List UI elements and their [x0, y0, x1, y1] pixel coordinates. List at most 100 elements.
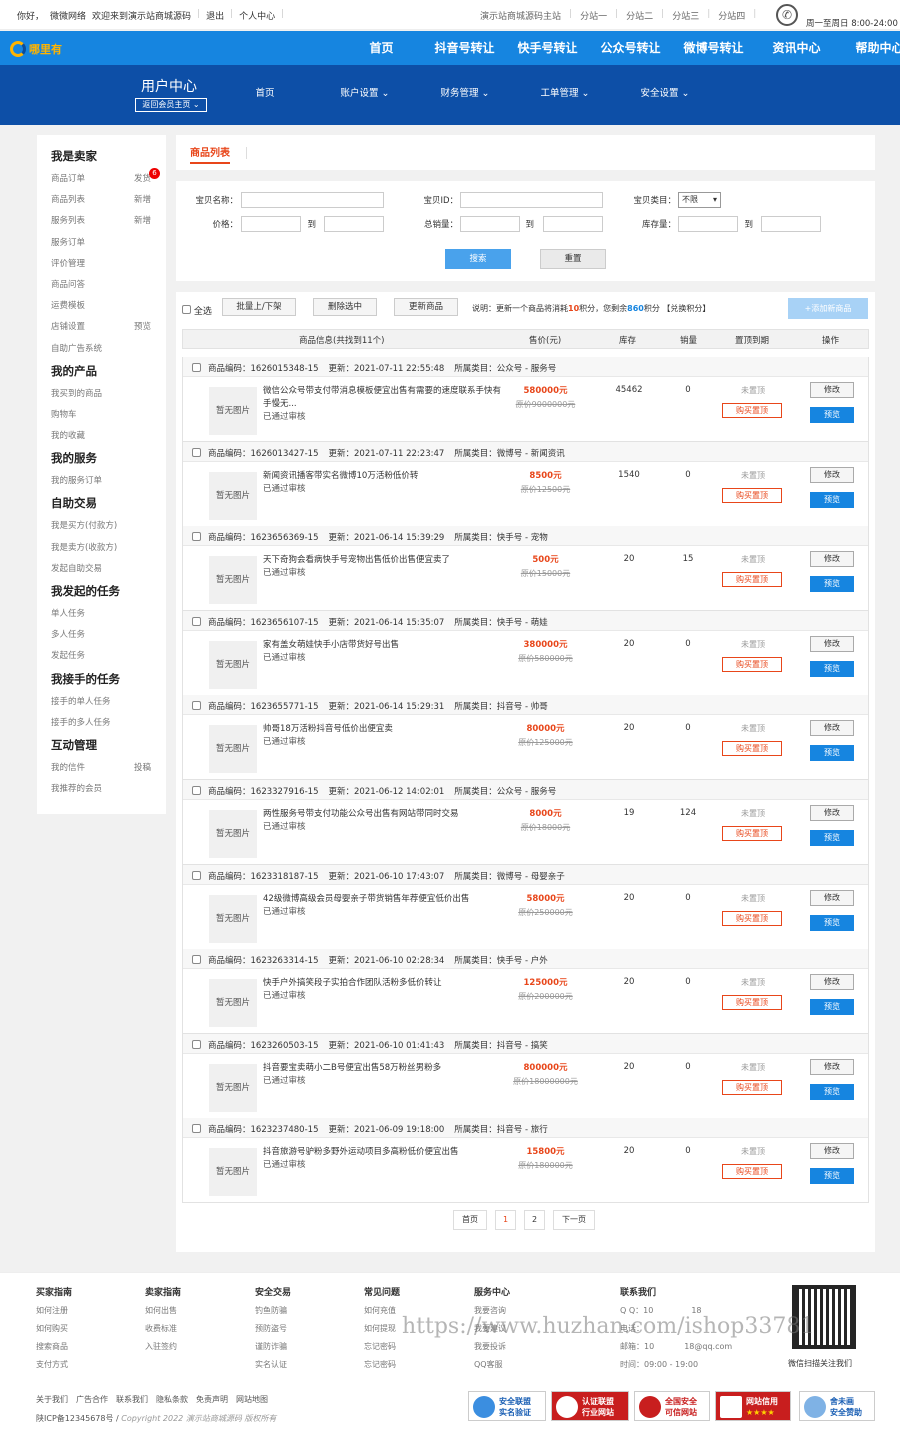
sidebar-item[interactable]: 评价管理 — [51, 254, 166, 275]
sidebar-item-action[interactable]: 投稿 — [134, 758, 151, 779]
badge-cert-alliance[interactable]: 认证联盟 行业网站 — [551, 1391, 629, 1421]
stock-max-input[interactable] — [761, 216, 821, 232]
product-image-placeholder[interactable]: 暂无图片 — [209, 725, 257, 774]
edit-button[interactable]: 修改 — [810, 1143, 854, 1160]
preview-button[interactable]: 预览 — [810, 999, 854, 1016]
footer-col-link[interactable]: 如何注册 — [36, 1302, 72, 1320]
reset-button[interactable]: 重置 — [540, 249, 606, 269]
sidebar-item[interactable]: 购物车 — [51, 405, 166, 426]
nav-item-news[interactable]: 资讯中心 — [755, 31, 838, 65]
sidebar-item[interactable]: 我买到的商品 — [51, 384, 166, 405]
footer-col-link[interactable]: 忘记密码 — [364, 1356, 400, 1374]
buy-top-button[interactable]: 购买置顶 — [722, 1079, 782, 1095]
product-image-placeholder[interactable]: 暂无图片 — [209, 810, 257, 858]
edit-button[interactable]: 修改 — [810, 466, 854, 483]
buy-top-button[interactable]: 购买置顶 — [722, 572, 782, 588]
footer-link[interactable]: 隐私条款 — [156, 1394, 188, 1405]
sidebar-item[interactable]: 商品列表 新增 — [51, 190, 166, 211]
sidebar-item[interactable]: 我是买方(付款方) — [51, 516, 166, 537]
buy-top-button[interactable]: 购买置顶 — [722, 403, 782, 418]
user-name-link[interactable]: 微微网络 — [50, 9, 86, 22]
row-checkbox[interactable] — [192, 447, 201, 457]
edit-button[interactable]: 修改 — [810, 889, 854, 906]
buy-top-button[interactable]: 购买置顶 — [722, 995, 782, 1011]
badge-trusted-site[interactable]: 全国安全 可信网站 — [634, 1391, 710, 1421]
substation-link[interactable]: 分站一 — [580, 9, 607, 22]
preview-button[interactable]: 预览 — [810, 491, 854, 508]
sidebar-item[interactable]: 运费模板 — [51, 296, 166, 317]
buy-top-button[interactable]: 购买置顶 — [722, 741, 782, 757]
product-title-link[interactable]: 新闻资讯播客带实名微博10万活粉低价转 — [263, 470, 508, 483]
sidebar-item[interactable]: 自助广告系统 — [51, 339, 166, 360]
row-checkbox[interactable] — [192, 701, 201, 711]
edit-button[interactable]: 修改 — [810, 805, 854, 821]
pager-page-2[interactable]: 2 — [524, 1210, 545, 1230]
sidebar-item[interactable]: 服务列表 新增 — [51, 211, 166, 232]
footer-col-link[interactable]: 如何出售 — [145, 1302, 181, 1320]
pager-first[interactable]: 首页 — [453, 1210, 487, 1230]
product-name-input[interactable] — [241, 192, 384, 208]
row-checkbox[interactable] — [192, 532, 201, 542]
footer-col-link[interactable]: 入驻签约 — [145, 1338, 181, 1356]
sidebar-item-action[interactable]: 新增 — [134, 211, 151, 232]
delete-selected-button[interactable]: 删除选中 — [313, 298, 377, 316]
footer-col-link[interactable]: 如何充值 — [364, 1302, 400, 1320]
row-checkbox[interactable] — [192, 870, 201, 880]
footer-col-link[interactable]: 谨防诈骗 — [255, 1338, 291, 1356]
product-image-placeholder[interactable]: 暂无图片 — [209, 894, 257, 943]
exchange-points-link[interactable]: 【兑换积分】 — [662, 304, 710, 313]
substation-link[interactable]: 分站三 — [672, 9, 699, 22]
footer-col-link[interactable]: QQ客服 — [474, 1356, 510, 1374]
sidebar-item[interactable]: 我的收藏 — [51, 426, 166, 447]
sales-max-input[interactable] — [543, 216, 603, 232]
product-image-placeholder[interactable]: 暂无图片 — [209, 979, 257, 1028]
product-title-link[interactable]: 家有盖女萌娃快手小店带货好号出售 — [263, 639, 508, 652]
product-title-link[interactable]: 帅哥18万活粉抖音号低价出便宜卖 — [263, 723, 508, 736]
sidebar-item[interactable]: 我的服务订单 — [51, 471, 166, 492]
select-all[interactable]: 全选 — [182, 304, 212, 317]
pager-page-1[interactable]: 1 — [495, 1210, 516, 1230]
substation-link[interactable]: 分站二 — [626, 9, 653, 22]
nav-item-help[interactable]: 帮助中心 — [838, 31, 900, 65]
badge-site-credit[interactable]: 网站信用 ★★★★ — [715, 1391, 791, 1421]
preview-button[interactable]: 预览 — [810, 914, 854, 931]
back-member-home-button[interactable]: 返回会员主页 ⌄ — [135, 98, 207, 112]
nav-item-weibo[interactable]: 微博号转让 — [672, 31, 755, 65]
product-title-link[interactable]: 抖音要宝卖萌小二B号便宜出售58万粉丝男粉多 — [263, 1062, 508, 1075]
user-center-link[interactable]: 个人中心 — [239, 9, 275, 22]
sidebar-item[interactable]: 店铺设置 预览 — [51, 317, 166, 338]
product-title-link[interactable]: 快手户外搞笑段子实拍合作团队活粉多低价转让 — [263, 977, 508, 990]
footer-col-link[interactable]: 收费标准 — [145, 1320, 181, 1338]
preview-button[interactable]: 预览 — [810, 830, 854, 846]
main-site-link[interactable]: 演示站商城源码主站 — [480, 9, 561, 22]
footer-col-link[interactable]: 忘记密码 — [364, 1338, 400, 1356]
product-image-placeholder[interactable]: 暂无图片 — [209, 1148, 257, 1197]
footer-col-link[interactable]: 如何购买 — [36, 1320, 72, 1338]
product-image-placeholder[interactable]: 暂无图片 — [209, 640, 257, 689]
product-image-placeholder[interactable]: 暂无图片 — [209, 471, 257, 520]
sidebar-item-action[interactable]: 新增 — [134, 190, 151, 211]
category-select[interactable]: 不限 ▾ — [678, 192, 721, 208]
search-button[interactable]: 搜索 — [445, 249, 511, 269]
preview-button[interactable]: 预览 — [810, 660, 854, 677]
subnav-tickets[interactable]: 工单管理 ⌄ — [515, 65, 615, 125]
edit-button[interactable]: 修改 — [810, 551, 854, 568]
product-title-link[interactable]: 两性服务号带支付功能公众号出售有网站带同时交易 — [263, 808, 508, 821]
product-image-placeholder[interactable]: 暂无图片 — [209, 387, 257, 435]
product-title-link[interactable]: 微信公众号带支付带消息模板便宜出售有需要的速度联系手快有手慢无... — [263, 385, 508, 411]
add-product-button[interactable]: +添加新商品 — [788, 298, 868, 319]
nav-item-gongzhonghao[interactable]: 公众号转让 — [589, 31, 672, 65]
preview-button[interactable]: 预览 — [810, 745, 854, 762]
edit-button[interactable]: 修改 — [810, 720, 854, 737]
footer-link[interactable]: 免责声明 — [196, 1394, 228, 1405]
row-checkbox[interactable] — [192, 786, 201, 795]
row-checkbox[interactable] — [192, 955, 201, 965]
preview-button[interactable]: 预览 — [810, 1083, 854, 1100]
footer-link[interactable]: 关于我们 — [36, 1394, 68, 1405]
edit-button[interactable]: 修改 — [810, 1058, 854, 1075]
nav-item-kuaishou[interactable]: 快手号转让 — [506, 31, 589, 65]
footer-link[interactable]: 联系我们 — [116, 1394, 148, 1405]
footer-col-link[interactable]: 实名认证 — [255, 1356, 291, 1374]
site-logo[interactable]: 哪里有 — [10, 40, 70, 58]
sidebar-item[interactable]: 发起任务 — [51, 646, 166, 667]
